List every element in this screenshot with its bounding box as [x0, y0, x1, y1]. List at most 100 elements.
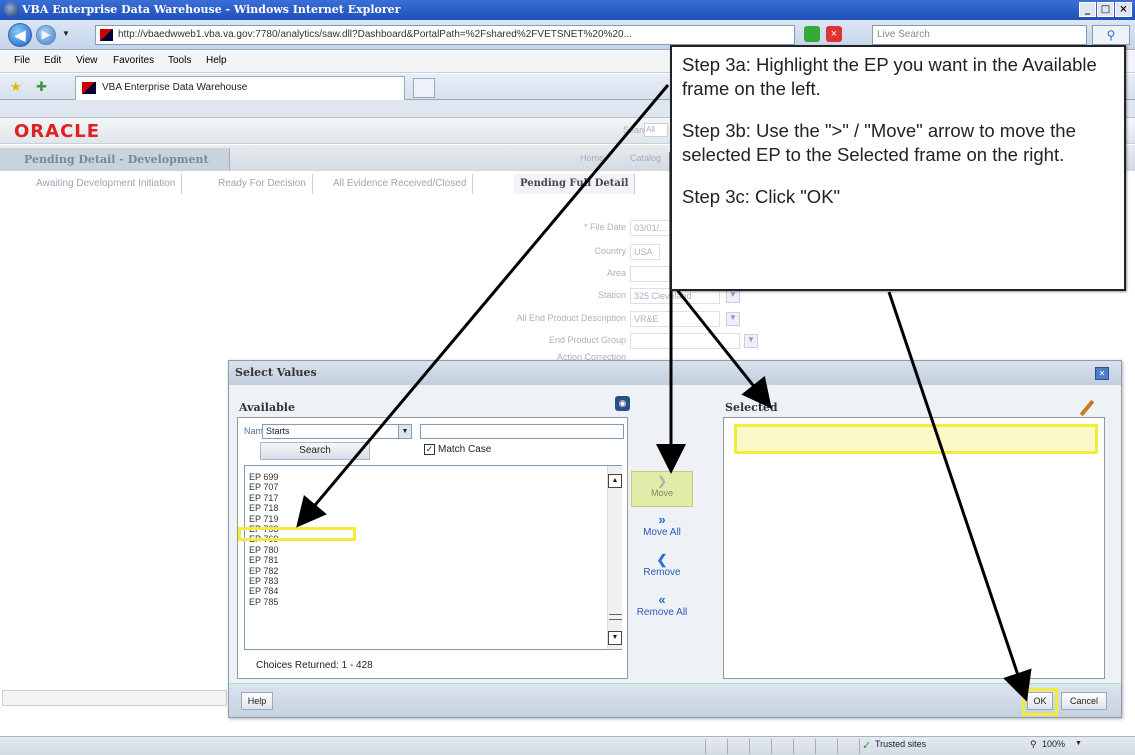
zoom-icon[interactable]: ⚲	[1030, 739, 1037, 750]
remove-label: Remove	[643, 567, 681, 578]
status-segment	[815, 739, 837, 754]
maximize-button[interactable]: □	[1097, 2, 1114, 17]
refresh-icon[interactable]	[804, 26, 820, 42]
stop-icon[interactable]: ×	[826, 26, 842, 42]
list-item-highlighted[interactable]: EP 719	[249, 514, 589, 524]
description-dropdown-icon[interactable]: ▼	[726, 312, 740, 326]
dialog-title: Select Values	[235, 366, 317, 379]
available-values-list[interactable]: EP 699 EP 707 EP 717 EP 718 EP 719 EP 76…	[244, 465, 622, 650]
trusted-check-icon: ✓	[862, 740, 872, 752]
close-window-button[interactable]: ×	[1115, 2, 1132, 17]
status-segment	[727, 739, 749, 754]
page-horizontal-scrollbar[interactable]	[2, 690, 227, 706]
menu-help[interactable]: Help	[206, 55, 227, 66]
match-case-label: Match Case	[438, 444, 492, 456]
list-item[interactable]: EP 699	[249, 472, 589, 482]
tab-pending-full-detail[interactable]: Pending Full Detail	[514, 174, 636, 194]
tab-title: VBA Enterprise Data Warehouse	[102, 82, 248, 93]
match-operator-select[interactable]: Starts ▼	[262, 424, 412, 439]
site-favicon-icon	[100, 29, 113, 41]
match-operator-value: Starts	[266, 426, 290, 436]
list-item-highlight	[238, 527, 356, 541]
window-titlebar: VBA Enterprise Data Warehouse - Windows …	[0, 0, 1135, 20]
add-favorites-icon[interactable]: ✚	[36, 79, 47, 95]
tab-ready-for-decision[interactable]: Ready For Decision	[212, 174, 313, 194]
remove-button[interactable]: ❮ Remove	[629, 552, 695, 579]
ie-logo-icon	[4, 2, 19, 17]
tab-all-evidence-received[interactable]: All Evidence Received/Closed	[327, 174, 474, 194]
list-item[interactable]: EP 718	[249, 503, 589, 513]
favorites-star-icon[interactable]: ★	[10, 79, 22, 95]
catalog-link[interactable]: Catalog	[630, 153, 661, 163]
chevron-down-icon[interactable]: ▼	[398, 425, 411, 438]
move-label: Move	[650, 488, 673, 498]
status-segment	[771, 739, 793, 754]
address-bar[interactable]: http://vbaedwweb1.vba.va.gov:7780/analyt…	[95, 25, 795, 45]
available-label: Available	[239, 401, 295, 414]
menu-view[interactable]: View	[76, 55, 98, 66]
menu-tools[interactable]: Tools	[168, 55, 191, 66]
tab-favicon-icon	[82, 82, 96, 94]
checkbox-checked-icon[interactable]: ✓	[424, 444, 435, 455]
history-dropdown-icon[interactable]: ▼	[62, 29, 70, 38]
status-segment	[793, 739, 815, 754]
remove-all-label: Remove All	[636, 607, 688, 618]
instruction-callout: Step 3a: Highlight the EP you want in th…	[670, 45, 1126, 291]
oracle-logo: ORACLE	[14, 121, 101, 142]
list-item[interactable]: EP 785	[249, 597, 589, 607]
available-pane: Name Starts ▼ Search ✓ Match Case EP 699 …	[237, 417, 628, 679]
match-case-checkbox[interactable]: ✓ Match Case	[424, 444, 491, 455]
header-search-scope[interactable]: All	[644, 123, 668, 137]
cancel-button[interactable]: Cancel	[1061, 692, 1107, 710]
scroll-thumb[interactable]	[609, 614, 622, 620]
scroll-up-icon[interactable]: ▲	[608, 474, 622, 488]
forward-button[interactable]: ▶	[36, 25, 56, 45]
binoculars-icon[interactable]: ◉	[615, 396, 630, 411]
help-button[interactable]: Help	[241, 692, 273, 710]
group-dropdown-icon[interactable]: ▼	[744, 334, 758, 348]
status-segment	[837, 739, 859, 754]
selected-label: Selected	[725, 401, 778, 414]
scroll-down-icon[interactable]: ▼	[608, 631, 622, 645]
list-item[interactable]: EP 782	[249, 566, 589, 576]
list-item[interactable]: EP 781	[249, 555, 589, 565]
edit-pencil-icon[interactable]	[1079, 399, 1095, 417]
move-all-label: Move All	[643, 527, 681, 538]
remove-all-icon: «	[658, 592, 666, 607]
search-button[interactable]: Search	[260, 442, 370, 460]
tab-awaiting-development[interactable]: Awaiting Development Initiation	[30, 174, 183, 194]
minimize-button[interactable]: _	[1079, 2, 1096, 17]
selected-values-highlight	[734, 424, 1098, 454]
move-all-button[interactable]: » Move All	[629, 513, 695, 539]
menu-favorites[interactable]: Favorites	[113, 55, 154, 66]
browser-tab[interactable]: VBA Enterprise Data Warehouse	[75, 76, 405, 100]
menu-edit[interactable]: Edit	[44, 55, 61, 66]
selected-pane[interactable]	[723, 417, 1105, 679]
list-scrollbar[interactable]: ▲ ▼	[607, 466, 622, 649]
name-search-input[interactable]	[420, 424, 624, 439]
status-segment	[749, 739, 771, 754]
search-go-icon[interactable]: ⚲	[1092, 25, 1130, 45]
list-item[interactable]: EP 707	[249, 482, 589, 492]
step-3a-text: Step 3a: Highlight the EP you want in th…	[682, 54, 1097, 99]
address-url: http://vbaedwweb1.vba.va.gov:7780/analyt…	[118, 29, 632, 40]
ok-highlight	[1022, 688, 1058, 716]
list-item[interactable]: EP 783	[249, 576, 589, 586]
home-link[interactable]: Home	[580, 153, 604, 163]
list-item[interactable]: EP 717	[249, 493, 589, 503]
step-3c-text: Step 3c: Click "OK"	[682, 186, 841, 207]
new-tab-button[interactable]	[413, 78, 435, 98]
remove-all-button[interactable]: « Remove All	[629, 592, 695, 619]
list-item[interactable]: EP 780	[249, 545, 589, 555]
zoom-dropdown-icon[interactable]: ▼	[1075, 740, 1082, 747]
zoom-level[interactable]: 100%	[1042, 739, 1065, 749]
remove-arrow-icon: ❮	[656, 552, 668, 567]
move-button[interactable]: ❯ Move	[631, 471, 693, 507]
dialog-close-icon[interactable]: ✕	[1095, 367, 1109, 380]
live-search-input[interactable]: Live Search	[872, 25, 1087, 45]
list-item[interactable]: EP 784	[249, 586, 589, 596]
window-title: VBA Enterprise Data Warehouse - Windows …	[22, 3, 401, 16]
back-button[interactable]: ◀	[8, 23, 32, 47]
station-dropdown-icon[interactable]: ▼	[726, 289, 740, 303]
menu-file[interactable]: File	[14, 55, 30, 66]
